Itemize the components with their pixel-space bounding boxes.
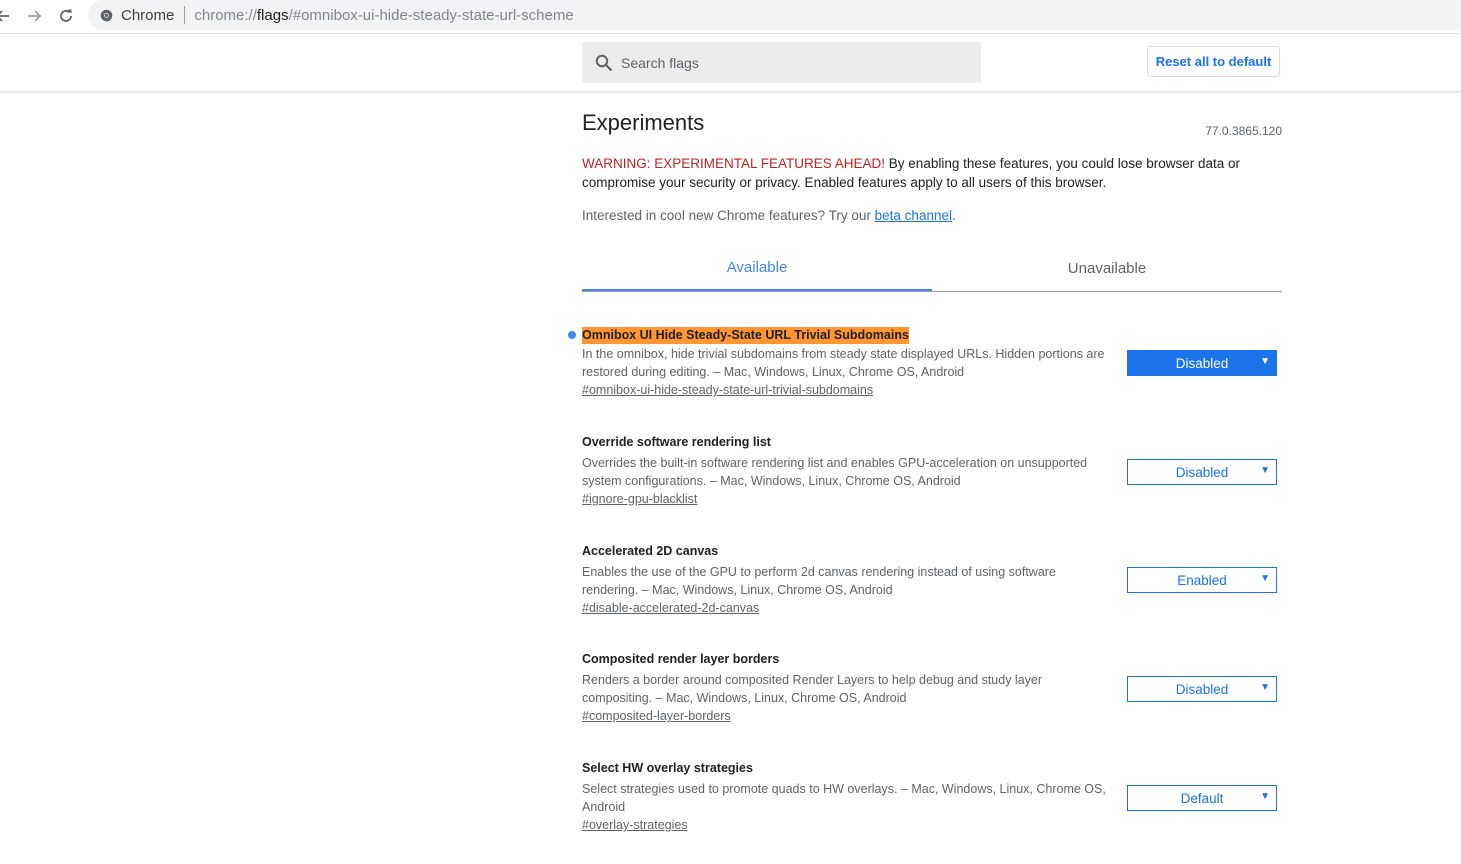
forward-button[interactable] [23, 5, 45, 27]
experiment-select[interactable]: Disabled ▼ [1127, 459, 1277, 485]
promo-text: Interested in cool new Chrome features? … [582, 208, 875, 223]
reload-icon [58, 8, 74, 24]
experiment-link[interactable]: #overlay-strategies [582, 818, 688, 832]
experiment-description: Select strategies used to promote quads … [582, 782, 1106, 814]
back-button[interactable] [0, 5, 14, 27]
url-path: /#omnibox-ui-hide-steady-state-url-schem… [288, 6, 574, 24]
site-name: Chrome [121, 6, 175, 24]
experiment-title: Accelerated 2D canvas [582, 544, 719, 558]
url-scheme: chrome:// [194, 6, 257, 24]
dropdown-caret-icon: ▼ [1260, 356, 1270, 367]
promo-end: . [951, 208, 956, 223]
select-value: Default [1180, 790, 1224, 806]
reload-button[interactable] [55, 5, 77, 27]
dropdown-caret-icon: ▼ [1260, 465, 1270, 476]
chrome-icon [99, 8, 113, 22]
experiment-description: Enables the use of the GPU to perform 2d… [582, 565, 1056, 597]
experiment-select[interactable]: Enabled ▼ [1127, 567, 1277, 593]
arrow-left-icon [0, 8, 11, 24]
experiment-description: In the omnibox, hide trivial subdomains … [582, 347, 1105, 379]
experiment-select[interactable]: Disabled ▼ [1127, 676, 1277, 702]
tab-available[interactable]: Available [582, 246, 932, 291]
experiment-title: Omnibox UI Hide Steady-State URL Trivial… [582, 327, 909, 344]
url-separator [184, 6, 186, 24]
experiment-link[interactable]: #omnibox-ui-hide-steady-state-url-trivia… [582, 383, 873, 397]
experiment-select[interactable]: Default ▼ [1127, 785, 1277, 811]
experiment-link[interactable]: #ignore-gpu-blacklist [582, 492, 697, 506]
experiment-description: Renders a border around composited Rende… [582, 673, 1043, 705]
promo-message: Interested in cool new Chrome features? … [582, 208, 956, 223]
experiment-item: Accelerated 2D canvas Enables the use of… [582, 543, 1282, 617]
url-text[interactable]: chrome://flags/#omnibox-ui-hide-steady-s… [194, 7, 573, 24]
experiment-select[interactable]: Disabled ▼ [1127, 350, 1277, 376]
flags-header: Reset all to default [0, 34, 1461, 92]
dropdown-caret-icon: ▼ [1260, 791, 1270, 802]
search-box[interactable] [582, 42, 981, 83]
experiment-item: Composited render layer borders Renders … [582, 651, 1282, 725]
experiment-item: Override software rendering list Overrid… [582, 434, 1282, 508]
experiment-title: Override software rendering list [582, 435, 771, 449]
highlight-dot [568, 331, 576, 339]
experiment-link[interactable]: #disable-accelerated-2d-canvas [582, 601, 759, 615]
reset-all-button[interactable]: Reset all to default [1147, 46, 1280, 77]
address-bar[interactable]: Chrome chrome://flags/#omnibox-ui-hide-s… [88, 0, 1461, 30]
arrow-right-icon [26, 8, 42, 24]
dropdown-caret-icon: ▼ [1260, 573, 1270, 584]
tab-strip: Available Unavailable [582, 246, 1282, 292]
select-value: Disabled [1175, 681, 1229, 697]
dropdown-caret-icon: ▼ [1260, 682, 1270, 693]
search-icon [594, 53, 614, 73]
beta-channel-link[interactable]: beta channel [875, 208, 952, 223]
search-input[interactable] [619, 53, 963, 72]
version-label: 77.0.3865.120 [1205, 124, 1282, 138]
experiment-item: Select HW overlay strategies Select stra… [582, 760, 1282, 834]
experiment-title: Composited render layer borders [582, 652, 780, 666]
warning-label: WARNING: EXPERIMENTAL FEATURES AHEAD! [582, 156, 886, 171]
warning-message: WARNING: EXPERIMENTAL FEATURES AHEAD! By… [582, 154, 1262, 192]
title-row: Experiments 77.0.3865.120 [582, 110, 1282, 138]
url-host: flags [256, 6, 289, 24]
browser-toolbar: Chrome chrome://flags/#omnibox-ui-hide-s… [0, 0, 1461, 34]
experiment-title: Select HW overlay strategies [582, 761, 753, 775]
tab-unavailable[interactable]: Unavailable [932, 246, 1282, 291]
experiment-item: Omnibox UI Hide Steady-State URL Trivial… [568, 326, 1282, 399]
select-value: Enabled [1177, 572, 1227, 588]
experiment-description: Overrides the built-in software renderin… [582, 456, 1088, 488]
select-value: Disabled [1175, 355, 1229, 371]
select-value: Disabled [1175, 464, 1229, 480]
page-title: Experiments [582, 110, 705, 135]
experiment-link[interactable]: #composited-layer-borders [582, 709, 731, 723]
